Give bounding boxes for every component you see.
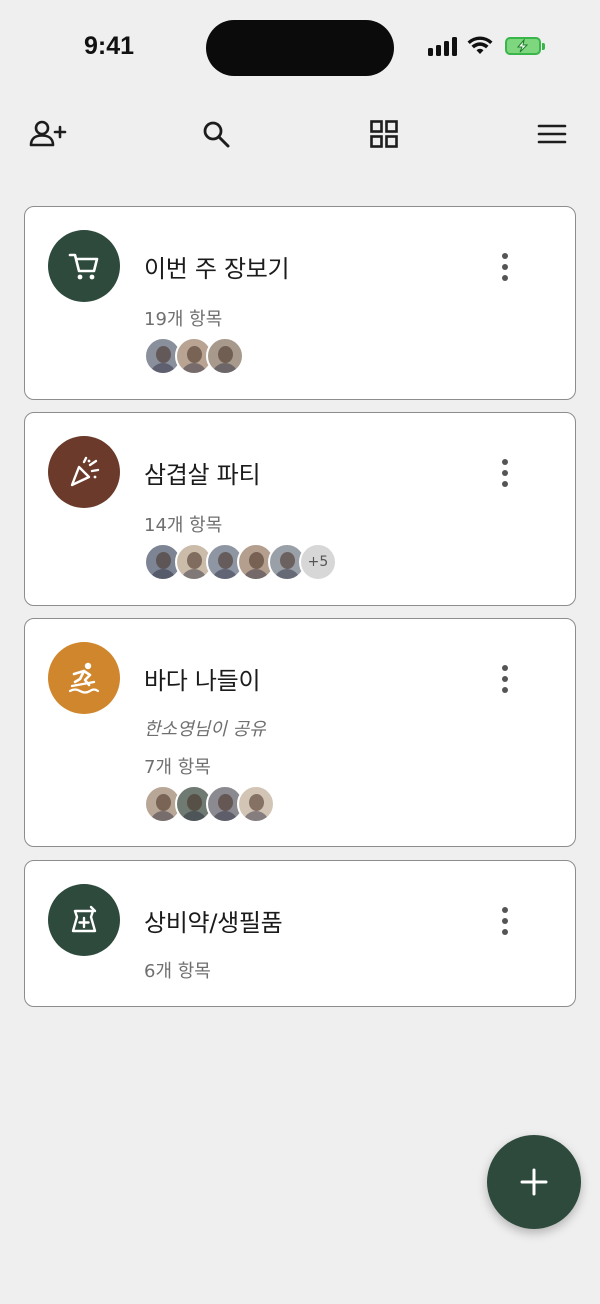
member-avatars: +5 — [144, 543, 337, 581]
grid-icon — [370, 120, 398, 148]
screen: 9:41 이번 주 장보기 19개 항목 삼겹살 파티 14개 항목 +5 바다… — [0, 0, 600, 1304]
list-title: 삼겹살 파티 — [144, 461, 261, 489]
list-title: 바다 나들이 — [144, 667, 261, 695]
search-button[interactable] — [194, 112, 238, 156]
avatar — [206, 337, 244, 375]
more-options-button[interactable] — [493, 249, 517, 285]
list-icon-badge — [48, 436, 120, 508]
party-popper-icon — [70, 456, 100, 487]
member-avatars — [144, 337, 244, 375]
list-card[interactable]: 삼겹살 파티 14개 항목 +5 — [24, 412, 576, 606]
cart-icon — [68, 253, 99, 280]
dynamic-island — [206, 20, 394, 76]
grid-view-button[interactable] — [362, 112, 406, 156]
more-options-button[interactable] — [493, 661, 517, 697]
menu-button[interactable] — [530, 112, 574, 156]
item-count: 19개 항목 — [144, 309, 223, 330]
more-options-button[interactable] — [493, 455, 517, 491]
list-card[interactable]: 이번 주 장보기 19개 항목 — [24, 206, 576, 400]
menu-icon — [537, 124, 567, 144]
item-count: 14개 항목 — [144, 515, 223, 536]
surfing-icon — [68, 662, 100, 694]
add-list-button[interactable] — [487, 1135, 581, 1229]
list-icon-badge — [48, 884, 120, 956]
status-time: 9:41 — [84, 32, 135, 60]
wifi-icon — [467, 36, 493, 54]
list-icon-badge — [48, 642, 120, 714]
list-card[interactable]: 상비약/생필품 6개 항목 — [24, 860, 576, 1007]
member-avatars — [144, 785, 275, 823]
list-card[interactable]: 바다 나들이 한소영님이 공유 7개 항목 — [24, 618, 576, 847]
plus-icon — [520, 1168, 548, 1196]
status-indicators — [428, 36, 545, 56]
signal-icon — [428, 36, 457, 56]
add-person-button[interactable] — [26, 112, 70, 156]
list-title: 이번 주 장보기 — [144, 255, 290, 283]
search-icon — [203, 121, 230, 148]
list-title: 상비약/생필품 — [144, 909, 283, 937]
medicine-icon — [71, 905, 97, 933]
list-icon-badge — [48, 230, 120, 302]
shared-by-label: 한소영님이 공유 — [144, 719, 266, 740]
item-count: 7개 항목 — [144, 757, 211, 778]
battery-icon — [505, 37, 545, 55]
item-count: 6개 항목 — [144, 961, 211, 982]
more-members-badge: +5 — [299, 543, 337, 581]
add-person-icon — [29, 120, 67, 147]
avatar — [237, 785, 275, 823]
more-options-button[interactable] — [493, 903, 517, 939]
